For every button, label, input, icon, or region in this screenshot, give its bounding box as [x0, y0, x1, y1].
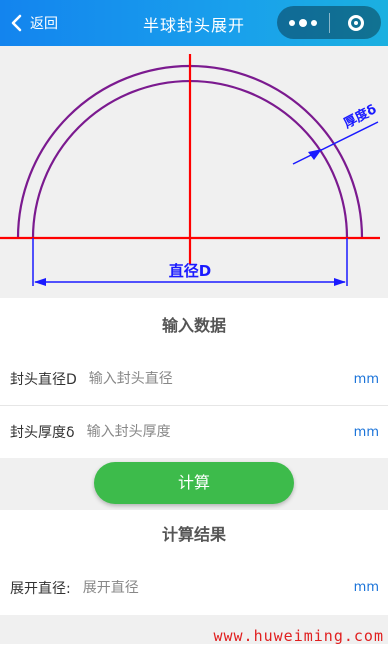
hemisphere-drawing: 直径D 厚度δ [0, 54, 380, 286]
diameter-row: 封头直径D mm [0, 353, 388, 405]
more-button[interactable] [277, 6, 329, 39]
unfold-diameter-unit: mm [353, 580, 379, 595]
thickness-field-label: 封头厚度δ [10, 425, 75, 441]
unfold-diameter-row: 展开直径: mm [0, 560, 388, 615]
diameter-input[interactable] [88, 371, 319, 387]
hemisphere-diagram: 直径D 厚度δ [0, 46, 388, 298]
thickness-input[interactable] [86, 424, 317, 440]
thickness-unit: mm [353, 424, 379, 440]
more-dots-icon-right [311, 19, 317, 26]
result-section-title: 计算结果 [0, 510, 388, 560]
diameter-field-label: 封头直径D [10, 372, 77, 388]
unfold-diameter-output[interactable] [82, 579, 313, 596]
more-dots-icon [289, 19, 295, 26]
thickness-arrow [308, 149, 322, 160]
more-dots-icon-center [299, 18, 307, 27]
nav-bar: 返回 半球封头展开 [0, 0, 388, 46]
thickness-label: 厚度δ [341, 101, 379, 132]
thickness-leader-line [292, 121, 379, 165]
mini-program-capsule [277, 6, 381, 39]
diameter-arrow-left [34, 278, 46, 286]
thickness-row: 封头厚度δ mm [0, 406, 388, 458]
diameter-unit: mm [353, 371, 379, 387]
diameter-label: 直径D [169, 262, 211, 280]
unfold-diameter-label: 展开直径: [10, 580, 71, 597]
diameter-arrow-right [334, 278, 346, 286]
target-ring-icon [347, 14, 364, 31]
input-section-title: 输入数据 [0, 298, 388, 353]
watermark: www.huweiming.com [213, 627, 384, 645]
close-button[interactable] [330, 6, 381, 39]
calculate-button[interactable]: 计算 [94, 462, 294, 504]
